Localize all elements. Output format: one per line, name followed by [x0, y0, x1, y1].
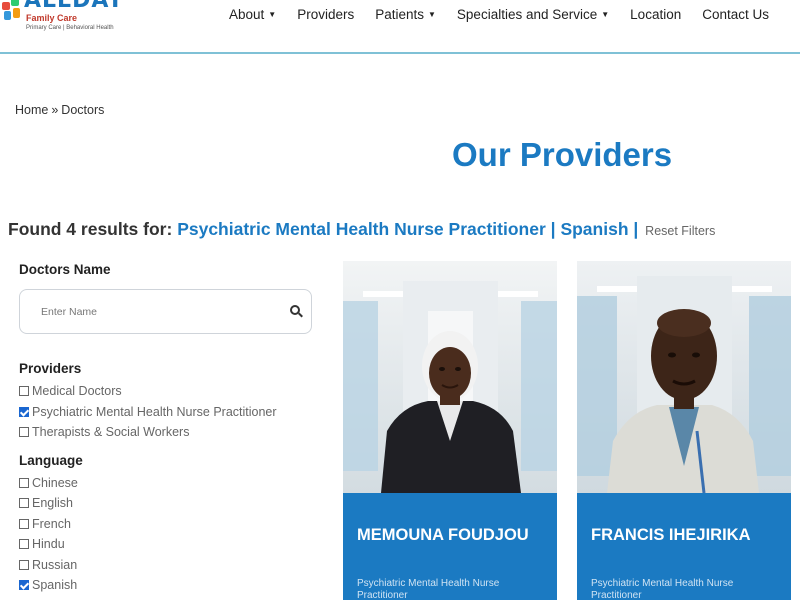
- nav-about[interactable]: About ▼: [229, 6, 276, 22]
- provider-photo: [343, 261, 557, 493]
- results-count: Found 4 results for:: [8, 219, 173, 239]
- filter-option-label: English: [32, 496, 73, 511]
- nav-location[interactable]: Location: [630, 6, 681, 22]
- results-separator: |: [633, 219, 639, 239]
- logo-icon: [0, 0, 24, 22]
- filter-option-medical-doctors[interactable]: Medical Doctors: [19, 381, 312, 402]
- filter-option-label: Therapists & Social Workers: [32, 425, 190, 440]
- reset-filters-link[interactable]: Reset Filters: [645, 224, 715, 238]
- checkbox[interactable]: [19, 477, 29, 488]
- filter-option-therapists[interactable]: Therapists & Social Workers: [19, 422, 312, 443]
- nav-specialties-label: Specialties and Service: [456, 6, 598, 22]
- nav-patients-label: Patients: [375, 6, 424, 22]
- nav-contact-label: Contact Us: [702, 6, 769, 22]
- site-header: ALLDAY Family Care Primary Care | Behavi…: [0, 0, 800, 54]
- provider-card[interactable]: FRANCIS IHEJIRIKA Psychiatric Mental Hea…: [577, 261, 791, 600]
- main-nav: About ▼ Providers Patients ▼ Specialties a…: [208, 6, 800, 22]
- providers-filter-group: Providers Medical Doctors Psychiatric Me…: [19, 361, 312, 443]
- breadcrumb-separator: »: [51, 103, 59, 117]
- provider-photo-illustration: [577, 261, 791, 493]
- provider-name[interactable]: MEMOUNA FOUDJOU: [357, 526, 529, 545]
- checkbox[interactable]: [19, 498, 29, 509]
- breadcrumb: Home» Doctors: [15, 103, 107, 117]
- provider-card[interactable]: MEMOUNA FOUDJOU Psychiatric Mental Healt…: [343, 261, 557, 600]
- site-logo[interactable]: ALLDAY Family Care Primary Care | Behavi…: [0, 0, 130, 34]
- provider-photo: [577, 261, 791, 493]
- results-separator: |: [550, 219, 556, 239]
- filter-option-russian[interactable]: Russian: [19, 555, 312, 576]
- provider-role: Psychiatric Mental Health Nurse Practiti…: [357, 578, 500, 600]
- filter-option-label: Psychiatric Mental Health Nurse Practiti…: [32, 404, 277, 419]
- filter-option-english[interactable]: English: [19, 493, 312, 514]
- chevron-down-icon: ▼: [428, 9, 436, 19]
- logo-subtitle: Family Care: [26, 13, 78, 23]
- checkbox[interactable]: [19, 386, 29, 397]
- filter-option-label: Russian: [32, 557, 78, 572]
- filter-option-label: Chinese: [32, 475, 78, 490]
- language-filter-group: Language Chinese English French Hindu Ru…: [19, 453, 312, 596]
- filter-option-label: French: [32, 516, 71, 531]
- filters-sidebar: Doctors Name Providers Medical Doctors P…: [19, 262, 312, 596]
- language-filter-title: Language: [19, 452, 83, 468]
- provider-role: Psychiatric Mental Health Nurse Practiti…: [591, 578, 734, 600]
- filter-option-spanish[interactable]: Spanish: [19, 575, 312, 596]
- provider-photo-illustration: [343, 261, 557, 493]
- checkbox[interactable]: [19, 427, 29, 438]
- checkbox-checked[interactable]: [19, 580, 29, 591]
- filter-option-chinese[interactable]: Chinese: [19, 473, 312, 494]
- results-query-provider: Psychiatric Mental Health Nurse Practiti…: [177, 219, 546, 239]
- filter-option-label: Spanish: [32, 578, 78, 593]
- nav-specialties[interactable]: Specialties and Service ▼: [457, 6, 609, 22]
- nav-providers-label: Providers: [297, 6, 355, 22]
- nav-location-label: Location: [630, 6, 682, 22]
- doctor-search-box: [19, 289, 312, 334]
- results-query-language: Spanish: [560, 219, 629, 239]
- results-summary: Found 4 results for: Psychiatric Mental …: [8, 219, 715, 240]
- checkbox-checked[interactable]: [19, 406, 29, 417]
- checkbox[interactable]: [19, 559, 29, 570]
- breadcrumb-current: Doctors: [61, 103, 105, 117]
- provider-name[interactable]: FRANCIS IHEJIRIKA: [591, 526, 751, 545]
- breadcrumb-home[interactable]: Home: [15, 103, 48, 117]
- providers-filter-title: Providers: [19, 361, 82, 376]
- search-icon[interactable]: [290, 305, 303, 318]
- chevron-down-icon: ▼: [268, 9, 277, 19]
- logo-brand: ALLDAY: [24, 0, 125, 13]
- nav-contact[interactable]: Contact Us: [702, 6, 769, 22]
- filter-option-psychiatric-np[interactable]: Psychiatric Mental Health Nurse Practiti…: [19, 402, 312, 423]
- filter-option-hindu[interactable]: Hindu: [19, 534, 312, 555]
- nav-about-label: About: [228, 6, 265, 22]
- filter-option-french[interactable]: French: [19, 514, 312, 535]
- filter-option-label: Medical Doctors: [32, 384, 122, 399]
- chevron-down-icon: ▼: [601, 9, 610, 19]
- checkbox[interactable]: [19, 518, 29, 529]
- doctor-name-input[interactable]: [20, 290, 311, 333]
- nav-patients[interactable]: Patients ▼: [375, 6, 436, 22]
- logo-tagline: Primary Care | Behavioral Health: [26, 25, 114, 31]
- filter-option-label: Hindu: [32, 537, 65, 552]
- checkbox[interactable]: [19, 539, 29, 550]
- page-title: Our Providers: [452, 136, 673, 173]
- nav-providers[interactable]: Providers: [297, 6, 354, 22]
- doctors-name-heading: Doctors Name: [19, 262, 111, 277]
